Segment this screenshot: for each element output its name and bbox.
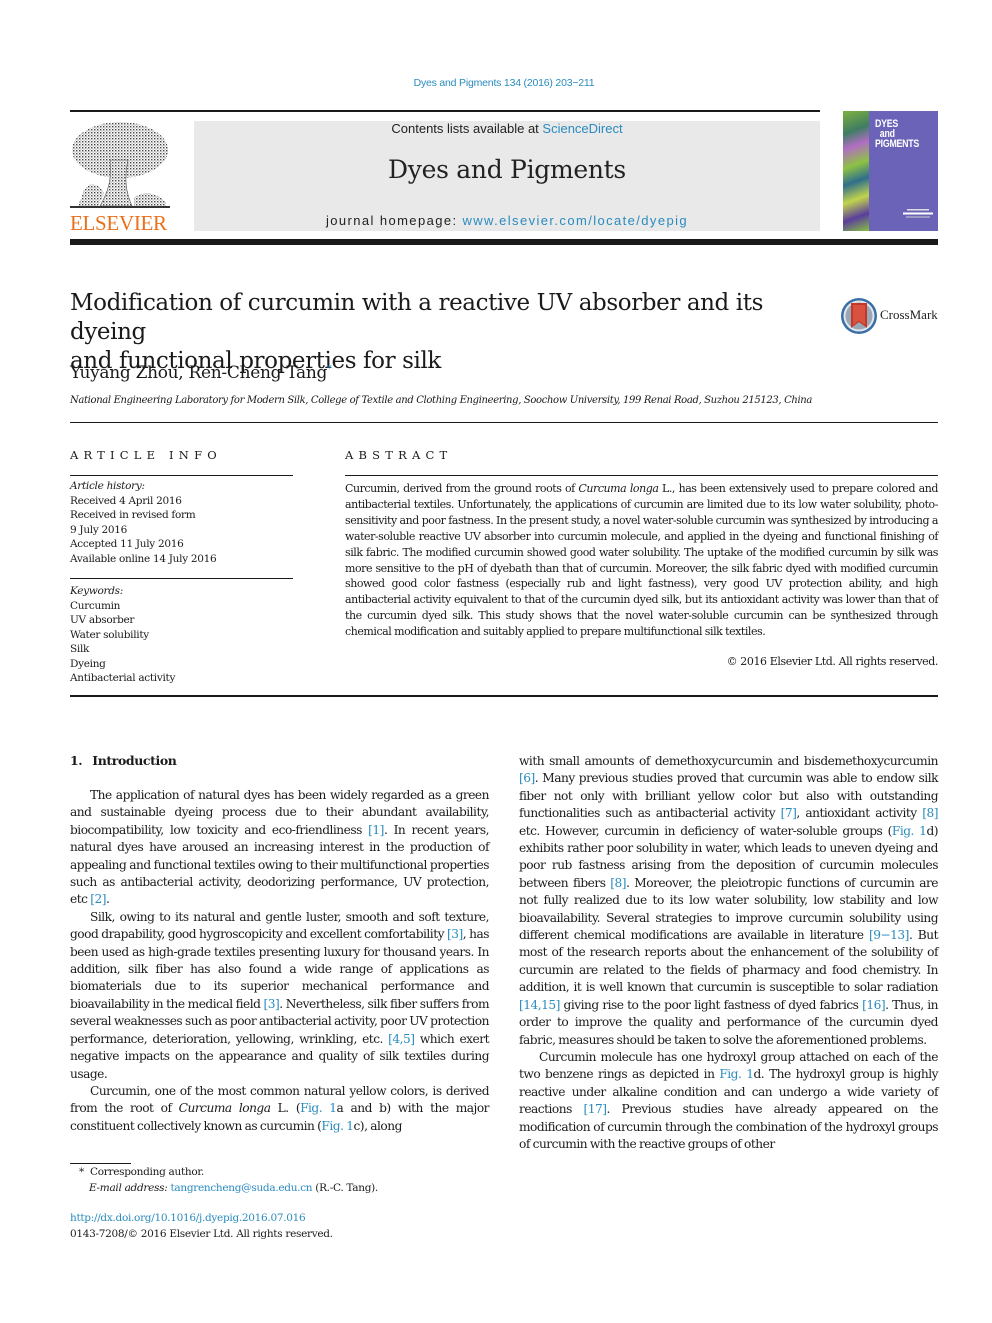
- email-label: E-mail address:: [89, 1181, 168, 1194]
- keyword: Dyeing: [70, 657, 106, 670]
- body-column-left: The application of natural dyes has been…: [70, 787, 490, 1135]
- crossmark-icon: [841, 298, 877, 334]
- contents-prefix: Contents lists available at: [391, 121, 543, 136]
- article-info-heading: ARTICLE INFO: [70, 448, 222, 462]
- abstract-body: Curcumin, derived from the ground roots …: [345, 481, 938, 640]
- paragraph-continued: with small amounts of demethoxycurcumin …: [519, 753, 939, 1049]
- doi-link[interactable]: http://dx.doi.org/10.1016/j.dyepig.2016.…: [70, 1212, 306, 1224]
- figure-link[interactable]: Fig. 1: [892, 824, 927, 838]
- author-list: Yuyang Zhou, Ren-Cheng Tang*: [70, 363, 332, 383]
- text: .: [105, 892, 110, 907]
- email-suffix: (R.-C. Tang).: [312, 1181, 378, 1194]
- keyword: Antibacterial activity: [70, 672, 176, 684]
- section-number: 1.: [70, 753, 83, 768]
- front-matter-end-rule: [70, 695, 938, 697]
- history-entry: Received 4 April 2016: [70, 494, 182, 507]
- text: etc. However, curcumin in deficiency of …: [519, 823, 892, 838]
- reference-link[interactable]: [6]: [519, 771, 535, 785]
- reference-link[interactable]: [7]: [781, 806, 797, 820]
- reference-link[interactable]: [2]: [90, 892, 106, 906]
- affiliation: National Engineering Laboratory for Mode…: [70, 395, 813, 406]
- paragraph: The application of natural dyes has been…: [70, 787, 490, 909]
- publisher-wordmark: ELSEVIER: [70, 211, 167, 235]
- corresponding-author-mark[interactable]: *: [327, 364, 332, 374]
- cover-title: DYES and PIGMENTS: [875, 119, 920, 150]
- keywords-label: Keywords:: [70, 585, 123, 597]
- keywords: Keywords: Curcumin UV absorber Water sol…: [70, 584, 295, 686]
- crossmark-label: CrossMark: [880, 307, 938, 322]
- abstract-text: Curcumin, derived from the ground roots …: [345, 482, 579, 495]
- text: Silk, owing to its natural and gentle lu…: [70, 909, 490, 942]
- crossmark-button[interactable]: CrossMark: [840, 296, 940, 336]
- article-history: Article history: Received 4 April 2016 R…: [70, 479, 295, 566]
- reference-link[interactable]: [17]: [583, 1102, 607, 1116]
- author-email-link[interactable]: tangrencheng@suda.edu.cn: [170, 1182, 312, 1194]
- journal-homepage: journal homepage: www.elsevier.com/locat…: [194, 213, 820, 228]
- keyword: Silk: [70, 643, 90, 655]
- keyword: Water solubility: [70, 628, 149, 641]
- figure-link[interactable]: Fig. 1: [321, 1119, 354, 1133]
- reference-link[interactable]: [8]: [610, 876, 626, 890]
- footnote: * Corresponding author. E-mail address: …: [70, 1165, 490, 1196]
- reference-link[interactable]: [1]: [368, 823, 384, 837]
- text: , antioxidant activity: [796, 806, 923, 821]
- abstract-species-name: Curcuma longa: [578, 482, 659, 495]
- cover-publisher-logo-icon: [903, 209, 933, 218]
- reference-link[interactable]: [8]: [922, 806, 938, 820]
- masthead-top-rule: [70, 110, 820, 112]
- divider: [70, 422, 938, 423]
- masthead-bottom-rule: [70, 239, 938, 245]
- page-footer: http://dx.doi.org/10.1016/j.dyepig.2016.…: [70, 1210, 490, 1242]
- article-history-label: Article history:: [70, 480, 145, 492]
- text: c), along: [353, 1118, 402, 1133]
- paragraph: Curcumin, one of the most common natural…: [70, 1083, 490, 1135]
- article-title-line: Modification of curcumin with a reactive…: [70, 290, 763, 345]
- history-entry: Accepted 11 July 2016: [70, 538, 184, 550]
- sciencedirect-link[interactable]: ScienceDirect: [542, 121, 622, 136]
- journal-citation-link[interactable]: Dyes and Pigments 134 (2016) 203−211: [0, 77, 992, 89]
- species-name: Curcuma longa: [178, 1101, 271, 1116]
- reference-link[interactable]: [16]: [862, 998, 886, 1012]
- abstract-text: L., has been extensively used to prepare…: [345, 482, 938, 639]
- footnote-mark: *: [79, 1166, 84, 1178]
- divider: [70, 475, 293, 476]
- abstract-copyright: © 2016 Elsevier Ltd. All rights reserved…: [726, 655, 939, 668]
- journal-cover-thumbnail[interactable]: DYES and PIGMENTS: [843, 111, 938, 231]
- keyword: UV absorber: [70, 614, 135, 626]
- homepage-prefix: journal homepage:: [325, 213, 463, 228]
- reference-link[interactable]: [9−13]: [869, 928, 909, 942]
- journal-name: Dyes and Pigments: [388, 155, 626, 184]
- journal-homepage-link[interactable]: www.elsevier.com/locate/dyepig: [462, 213, 688, 228]
- history-entry: 9 July 2016: [70, 523, 128, 536]
- reference-link[interactable]: [4,5]: [388, 1032, 415, 1046]
- section-heading: 1. Introduction: [70, 753, 177, 768]
- body-column-right: with small amounts of demethoxycurcumin …: [519, 753, 939, 1153]
- footnote-rule: [70, 1163, 131, 1164]
- text: L. (: [270, 1101, 301, 1116]
- history-entry: Available online 14 July 2016: [70, 552, 217, 565]
- figure-link[interactable]: Fig. 1: [300, 1101, 337, 1115]
- section-title: Introduction: [92, 753, 177, 768]
- divider: [345, 475, 938, 476]
- abstract-heading: ABSTRACT: [345, 448, 453, 462]
- cover-title-line: PIGMENTS: [875, 138, 920, 150]
- text: giving rise to the poor light fastness o…: [559, 997, 863, 1012]
- reference-link[interactable]: [14,15]: [519, 998, 560, 1012]
- cover-art-strip: [843, 111, 869, 231]
- text: with small amounts of demethoxycurcumin …: [519, 754, 939, 768]
- reference-link[interactable]: [3]: [447, 927, 463, 941]
- contents-availability: Contents lists available at ScienceDirec…: [194, 121, 820, 136]
- issn-copyright: 0143-7208/© 2016 Elsevier Ltd. All right…: [70, 1228, 333, 1240]
- corresponding-author-note: Corresponding author.: [90, 1166, 204, 1178]
- divider: [70, 578, 293, 579]
- reference-link[interactable]: [3]: [264, 997, 280, 1011]
- paragraph: Silk, owing to its natural and gentle lu…: [70, 909, 490, 1083]
- paragraph: Curcumin molecule has one hydroxyl group…: [519, 1049, 939, 1153]
- history-entry: Received in revised form: [70, 509, 196, 521]
- authors: Yuyang Zhou, Ren-Cheng Tang: [70, 363, 328, 383]
- figure-link[interactable]: Fig. 1: [719, 1067, 754, 1081]
- keyword: Curcumin: [70, 599, 121, 612]
